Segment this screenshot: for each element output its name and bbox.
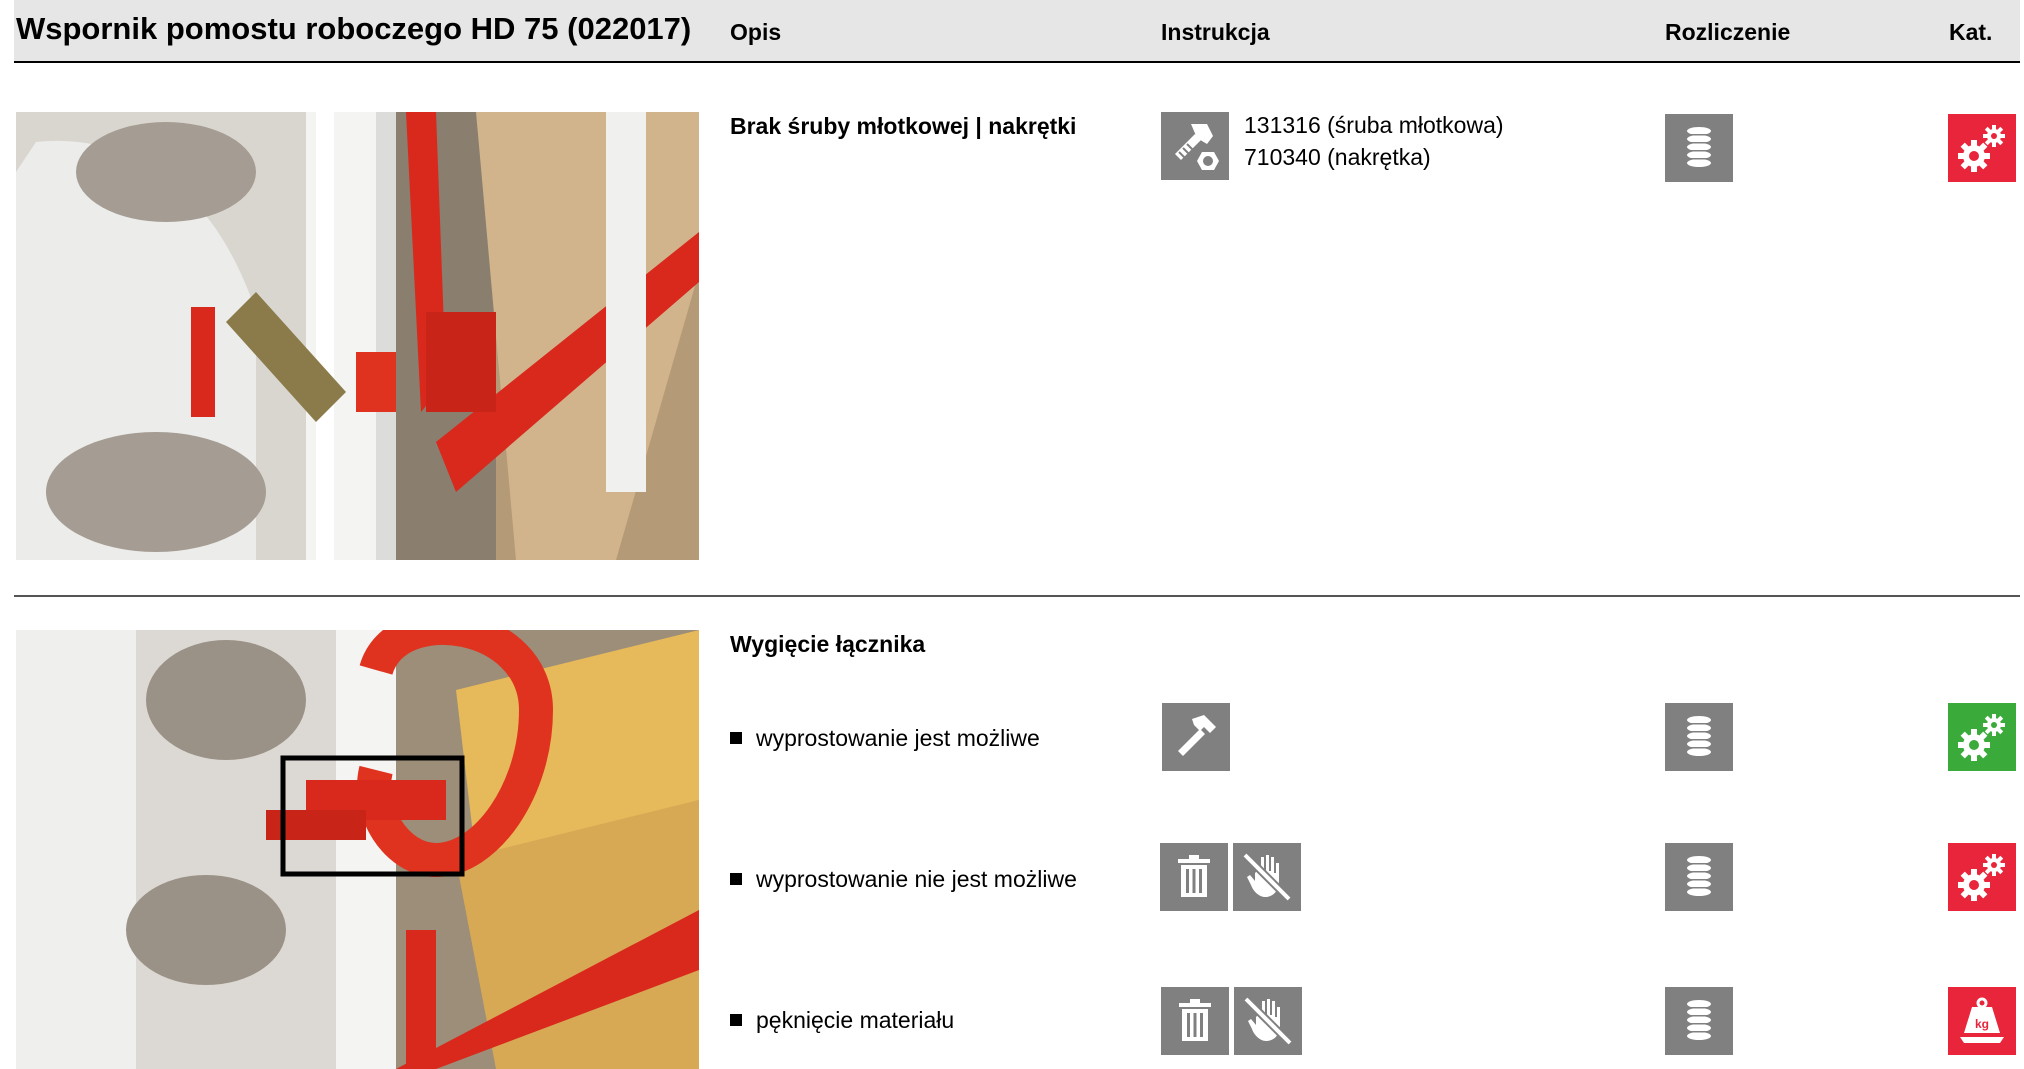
page-title: Wspornik pomostu roboczego HD 75 (022017… (16, 11, 692, 46)
list-item-label: wyprostowanie jest możliwe (756, 725, 1040, 751)
defect-description-bent-connector: Wygięcie łącznika (730, 631, 926, 657)
column-header-opis: Opis (730, 19, 782, 45)
gears-icon (1948, 703, 2016, 771)
column-header-rozliczenie: Rozliczenie (1665, 19, 1791, 45)
part-number-bolt: 131316 (śruba młotkowa) (1244, 112, 1504, 138)
trash-icon (1160, 843, 1228, 911)
gears-icon (1948, 843, 2016, 911)
weight-kg-label: kg (1975, 1017, 1989, 1031)
list-item-label: pęknięcie materiału (756, 1007, 955, 1033)
weight-kg-icon: kg (1948, 987, 2016, 1055)
defect-description-missing-bolt: Brak śruby młotkowej | nakrętki (730, 113, 1077, 139)
hammer-icon (1162, 703, 1230, 771)
header-rule (14, 61, 2020, 63)
list-item-straightening-possible: wyprostowanie jest możliwe (730, 725, 1040, 752)
list-item-label: wyprostowanie nie jest możliwe (756, 866, 1077, 892)
photo-missing-bolt (16, 112, 699, 560)
stack-icon (1665, 114, 1733, 182)
bullet-icon (730, 731, 742, 744)
no-repair-icon (1234, 987, 1302, 1055)
column-header-instrukcja: Instrukcja (1161, 19, 1270, 45)
trash-icon (1161, 987, 1229, 1055)
stack-icon (1665, 703, 1733, 771)
gears-icon (1948, 114, 2016, 182)
no-repair-icon (1233, 843, 1301, 911)
bullet-icon (730, 1013, 742, 1026)
stack-icon (1665, 843, 1733, 911)
section-separator (14, 595, 2020, 597)
photo-bent-connector (16, 630, 699, 1069)
list-item-straightening-impossible: wyprostowanie nie jest możliwe (730, 866, 1077, 893)
list-item-material-crack: pęknięcie materiału (730, 1007, 954, 1034)
part-number-nut: 710340 (nakrętka) (1244, 144, 1431, 170)
bullet-icon (730, 872, 742, 885)
stack-icon (1665, 987, 1733, 1055)
column-header-kat: Kat. (1949, 19, 1993, 45)
bolt-nut-icon (1161, 112, 1229, 180)
